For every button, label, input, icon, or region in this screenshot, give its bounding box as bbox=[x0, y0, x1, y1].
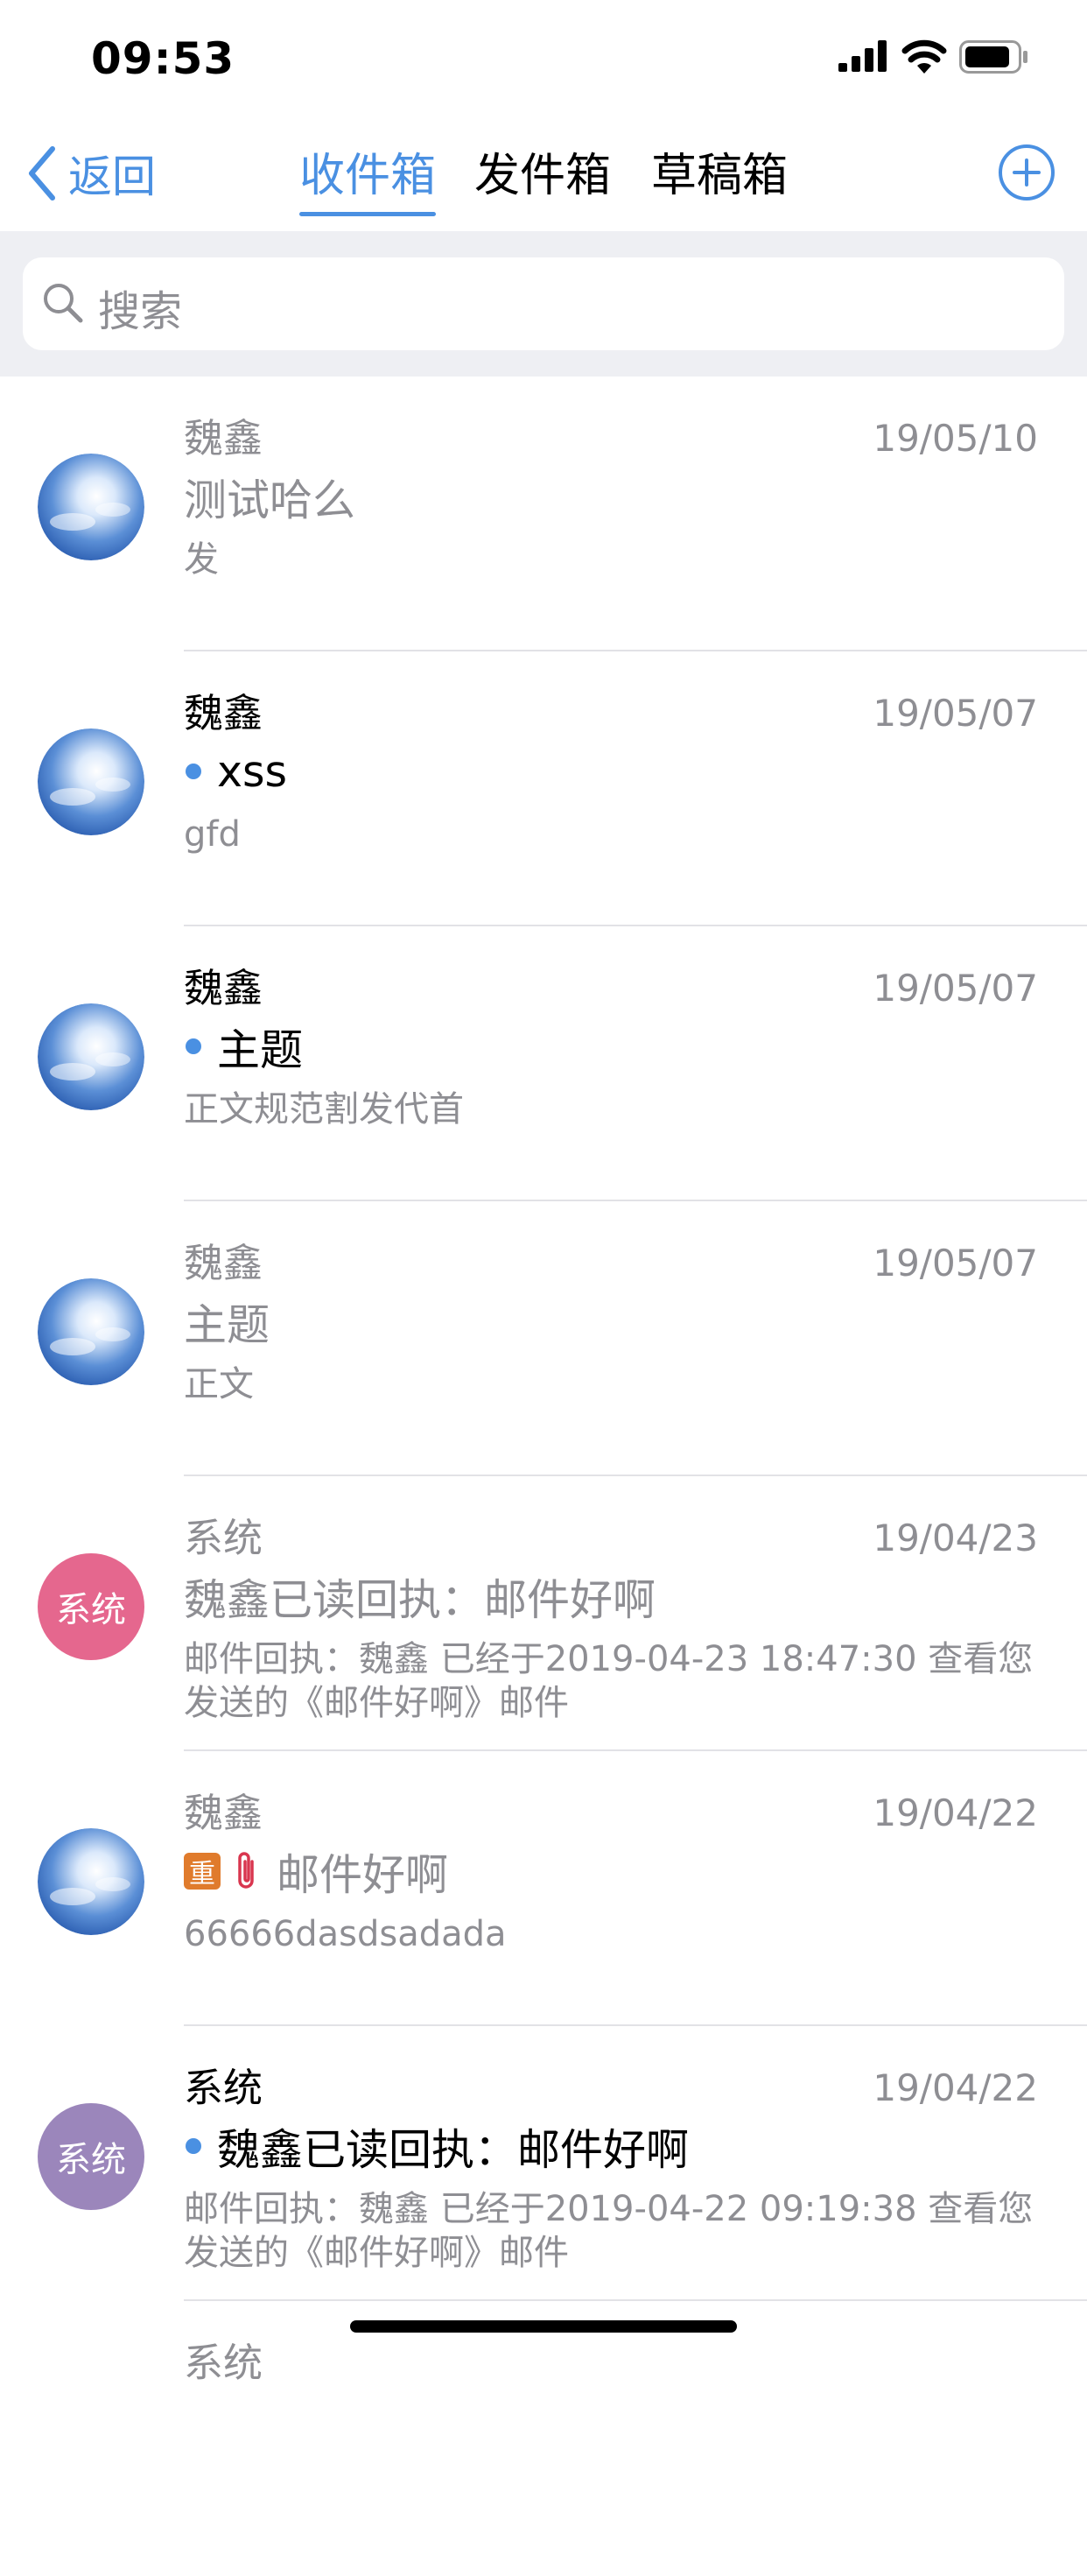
chevron-left-icon bbox=[29, 146, 55, 201]
mail-subject-row: 主题 bbox=[184, 1292, 270, 1350]
mail-subject-row: 主题 bbox=[184, 1017, 303, 1075]
mail-date: 19/05/10 bbox=[873, 417, 1038, 460]
mail-sender: 魏鑫 bbox=[184, 1240, 263, 1286]
mail-subject: 主题 bbox=[184, 1299, 270, 1350]
mail-list-item[interactable]: 系统 系统 19/04/22 魏鑫已读回执：邮件好啊 邮件回执：魏鑫 已经于20… bbox=[0, 2026, 1087, 2301]
home-indicator bbox=[350, 2320, 737, 2333]
mail-date: 19/05/07 bbox=[873, 1242, 1038, 1284]
mail-list-item[interactable]: 魏鑫 19/05/10 测试哈么 发 bbox=[0, 377, 1087, 651]
mail-preview: 正文规范割发代首 bbox=[184, 1089, 464, 1130]
mail-date: 19/05/07 bbox=[873, 967, 1038, 1010]
mail-list-item[interactable]: 系统 系统 19/04/23 魏鑫已读回执：邮件好啊 邮件回执：魏鑫 已经于20… bbox=[0, 1476, 1087, 1751]
mail-subject-row: 魏鑫已读回执：邮件好啊 bbox=[184, 2117, 689, 2175]
tab-inbox[interactable]: 收件箱 bbox=[299, 138, 437, 216]
wifi-icon bbox=[901, 39, 947, 74]
mail-list-item[interactable]: 魏鑫 19/04/22 重 邮件好啊 66666dasdsadada bbox=[0, 1751, 1087, 2026]
mail-preview: 发 bbox=[184, 539, 219, 580]
mail-subject-row: 重 邮件好啊 bbox=[184, 1842, 448, 1900]
mail-preview: 66666dasdsadada bbox=[184, 1914, 507, 1954]
mail-list-item[interactable]: 魏鑫 19/05/07 主题 正文规范割发代首 bbox=[0, 926, 1087, 1201]
mail-sender: 系统 bbox=[184, 1515, 263, 1561]
active-tab-indicator bbox=[299, 212, 437, 216]
search-placeholder: 搜索 bbox=[98, 287, 183, 336]
avatar-sky-photo bbox=[38, 454, 144, 560]
plus-circle-icon[interactable] bbox=[998, 144, 1055, 201]
back-button[interactable]: 返回 bbox=[25, 145, 156, 202]
mail-subject-row: 魏鑫已读回执：邮件好啊 bbox=[184, 1567, 656, 1625]
mail-subject: 主题 bbox=[217, 1024, 304, 1075]
tab-sent-label: 发件箱 bbox=[474, 150, 612, 202]
back-label: 返回 bbox=[68, 151, 156, 202]
mail-subject: xss bbox=[217, 746, 288, 797]
search-input[interactable]: 搜索 bbox=[23, 257, 1064, 350]
avatar-system: 系统 bbox=[38, 1553, 144, 1660]
search-area: 搜索 bbox=[0, 231, 1087, 377]
mail-sender: 魏鑫 bbox=[184, 965, 263, 1011]
mail-sender: 魏鑫 bbox=[184, 1790, 263, 1836]
mail-date: 19/04/22 bbox=[873, 1791, 1038, 1834]
avatar-sky-photo bbox=[38, 1828, 144, 1935]
mail-list-item[interactable]: 魏鑫 19/05/07 xss gfd bbox=[0, 651, 1087, 926]
mail-date: 19/04/22 bbox=[873, 2066, 1038, 2109]
mail-list-item[interactable]: 魏鑫 19/05/07 主题 正文 bbox=[0, 1201, 1087, 1476]
tab-inbox-label: 收件箱 bbox=[299, 150, 437, 202]
mail-date: 19/05/07 bbox=[873, 692, 1038, 735]
mail-sender: 魏鑫 bbox=[184, 690, 263, 736]
mail-sender: 魏鑫 bbox=[184, 415, 263, 461]
mail-preview: 邮件回执：魏鑫 已经于2019-04-22 09:19:38 查看您发送的《邮件… bbox=[184, 2189, 1034, 2273]
mail-preview: 正文 bbox=[184, 1364, 254, 1404]
mail-list: 魏鑫 19/05/10 测试哈么 发 魏鑫 19/05/07 xss gfd 魏… bbox=[0, 377, 1087, 2576]
nav-bar: 返回 收件箱 发件箱 草稿箱 bbox=[0, 114, 1087, 231]
mail-subject: 魏鑫已读回执：邮件好啊 bbox=[217, 2124, 690, 2175]
tab-drafts[interactable]: 草稿箱 bbox=[651, 138, 788, 204]
important-badge: 重 bbox=[184, 1853, 221, 1890]
mail-subject-row: xss bbox=[184, 743, 287, 800]
avatar-system: 系统 bbox=[38, 2103, 144, 2210]
status-time: 09:53 bbox=[91, 33, 235, 84]
mail-sender: 系统 bbox=[184, 2340, 263, 2386]
unread-dot bbox=[186, 764, 201, 779]
status-bar: 09:53 bbox=[0, 0, 1087, 114]
tab-drafts-label: 草稿箱 bbox=[651, 150, 789, 202]
mail-subject-row: 测试哈么 bbox=[184, 468, 355, 525]
mail-date: 19/04/23 bbox=[873, 1517, 1038, 1559]
avatar-label: 系统 bbox=[56, 2140, 126, 2180]
mail-list-item[interactable]: 系统 bbox=[0, 2301, 1087, 2576]
avatar-label: 系统 bbox=[56, 1590, 126, 1630]
mail-subject: 邮件好啊 bbox=[277, 1849, 449, 1900]
paperclip-icon bbox=[238, 1852, 254, 1889]
unread-dot bbox=[186, 1038, 201, 1054]
search-icon bbox=[44, 284, 83, 323]
mail-sender: 系统 bbox=[184, 2065, 263, 2111]
mail-subject: 魏鑫已读回执：邮件好啊 bbox=[184, 1574, 656, 1625]
mail-subject: 测试哈么 bbox=[184, 475, 356, 525]
signal-icon bbox=[838, 40, 887, 72]
avatar-sky-photo bbox=[38, 728, 144, 835]
tab-sent[interactable]: 发件箱 bbox=[474, 138, 611, 204]
avatar-sky-photo bbox=[38, 1003, 144, 1110]
unread-dot bbox=[186, 2138, 201, 2154]
avatar-sky-photo bbox=[38, 1278, 144, 1385]
mail-preview: 邮件回执：魏鑫 已经于2019-04-23 18:47:30 查看您发送的《邮件… bbox=[184, 1639, 1034, 1723]
mail-preview: gfd bbox=[184, 814, 241, 855]
battery-icon bbox=[959, 40, 1027, 74]
